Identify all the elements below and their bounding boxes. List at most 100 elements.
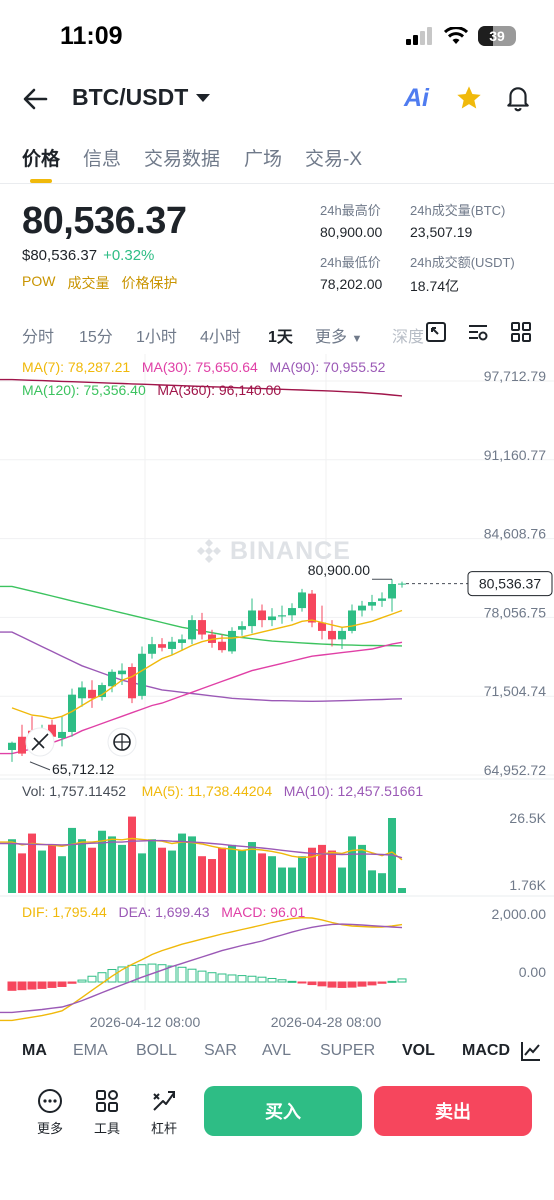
- ai-button[interactable]: Ai: [404, 84, 429, 113]
- layout-grid-icon[interactable]: [509, 320, 533, 344]
- tag-volume[interactable]: 成交量: [67, 273, 109, 293]
- price-axis-label: 78,056.75: [484, 604, 546, 620]
- interval-1h[interactable]: 1小时: [136, 323, 177, 347]
- candle-body: [58, 731, 66, 738]
- indicator-ma[interactable]: MA: [22, 1042, 47, 1060]
- macd-histogram-bar: [27, 981, 37, 990]
- interval-4h[interactable]: 4小时: [200, 323, 241, 347]
- vol-ma5-legend: MA(5): 11,738.44204: [141, 783, 273, 799]
- ma120-legend: MA(120): 75,356.40: [22, 382, 146, 398]
- bell-icon[interactable]: [505, 84, 531, 112]
- volume-bar: [238, 850, 246, 893]
- bottom-bar: 更多 工具 杠杆 买入 卖出: [0, 1080, 554, 1150]
- pair-title: BTC/USDT: [72, 84, 189, 110]
- macd-histogram-bar: [67, 981, 77, 984]
- indicator-settings-icon[interactable]: [520, 1040, 542, 1062]
- chart-settings-icon[interactable]: [466, 320, 490, 344]
- macd-histogram-bar: [57, 981, 67, 987]
- volume-ma10-line: [0, 839, 403, 859]
- macd-histogram-bar: [257, 976, 267, 983]
- leverage-label: 杠杆: [150, 1121, 177, 1136]
- macd-histogram-bar: [227, 974, 237, 983]
- interval-depth[interactable]: 深度: [392, 323, 424, 347]
- volume-bar: [198, 856, 206, 893]
- tools-button[interactable]: 工具: [85, 1088, 129, 1137]
- sell-button[interactable]: 卖出: [374, 1086, 532, 1136]
- candle-body: [18, 736, 26, 754]
- price-axis-label: 71,504.74: [484, 683, 546, 699]
- tab-info[interactable]: 信息: [83, 144, 121, 171]
- ma90-legend: MA(90): 70,955.52: [269, 359, 386, 375]
- fullscreen-icon[interactable]: [424, 320, 448, 344]
- caret-down-icon: ▼: [351, 333, 363, 345]
- tab-trade-x[interactable]: 交易-X: [305, 144, 362, 171]
- interval-1d[interactable]: 1天: [268, 323, 293, 347]
- favorite-star-icon[interactable]: [455, 84, 483, 112]
- kline-chart[interactable]: 97,712.79 91,160.77 84,608.76 78,056.75 71,5…: [0, 354, 554, 1034]
- tab-trading-data[interactable]: 交易数据: [144, 144, 220, 171]
- macd-histogram-bar: [167, 965, 177, 983]
- macd-histogram-bar: [77, 979, 87, 983]
- macd-value-legend: MACD: 96.01: [221, 904, 306, 920]
- macd-histogram-bar: [217, 973, 227, 983]
- candle-body: [248, 610, 256, 627]
- volume-bar: [28, 833, 36, 893]
- ma7-legend: MA(7): 78,287.21: [22, 359, 131, 375]
- back-arrow-icon[interactable]: [20, 84, 52, 114]
- macd-legend: DIF: 1,795.44 DEA: 1,699.43 MACD: 96.01: [22, 904, 305, 920]
- status-bar: 11:09 39: [0, 0, 554, 74]
- candle-body: [368, 602, 376, 606]
- indicator-vol[interactable]: VOL: [402, 1042, 435, 1060]
- stat-value: 18.74亿: [410, 278, 460, 294]
- tag-pow[interactable]: POW: [22, 273, 55, 293]
- volume-bar: [48, 844, 56, 893]
- pair-selector[interactable]: BTC/USDT: [72, 84, 211, 111]
- indicator-boll[interactable]: BOLL: [136, 1042, 177, 1060]
- volume-bar: [58, 856, 66, 893]
- indicator-avl[interactable]: AVL: [262, 1042, 291, 1060]
- price-axis-label: 97,712.79: [484, 368, 546, 384]
- macd-histogram-bar: [397, 978, 407, 983]
- volume-bar: [328, 850, 336, 893]
- more-icon: [38, 1089, 62, 1113]
- macd-histogram-bar: [7, 981, 17, 991]
- macd-histogram-bar: [247, 975, 257, 983]
- interval-15m[interactable]: 15分: [79, 323, 113, 347]
- price-usd-line: $80,536.37 +0.32%: [22, 247, 154, 264]
- main-tabs: 价格 信息 交易数据 广场 交易-X: [0, 138, 554, 184]
- macd-histogram-bar: [197, 970, 207, 983]
- tab-price[interactable]: 价格: [22, 144, 60, 171]
- macd-histogram-bar: [287, 980, 297, 983]
- tag-price-protection[interactable]: 价格保护: [121, 273, 177, 293]
- interval-more[interactable]: 更多 ▼: [315, 323, 362, 347]
- stat-value: 23,507.19: [410, 224, 473, 240]
- low-marker-line: [29, 761, 51, 771]
- volume-bar: [218, 847, 226, 893]
- interval-timeshare[interactable]: 分时: [22, 323, 54, 347]
- macd-histogram-bar: [187, 968, 197, 983]
- more-label: 更多: [36, 1121, 63, 1136]
- active-tab-indicator: [30, 179, 52, 183]
- leverage-button[interactable]: 杠杆: [142, 1088, 186, 1137]
- indicator-sar[interactable]: SAR: [204, 1042, 237, 1060]
- more-button[interactable]: 更多: [28, 1088, 72, 1137]
- buy-button[interactable]: 买入: [204, 1086, 362, 1136]
- macd-histogram-bar: [387, 980, 397, 983]
- indicator-super[interactable]: SUPER: [320, 1042, 375, 1060]
- volume-bar: [258, 853, 266, 893]
- volume-bar: [128, 816, 136, 893]
- candle-body: [308, 593, 316, 623]
- macd-axis-label: 0.00: [519, 964, 546, 980]
- macd-histogram-bar: [337, 981, 347, 988]
- volume-bar: [208, 859, 216, 893]
- tab-square[interactable]: 广场: [244, 144, 282, 171]
- macd-histogram-bar: [357, 981, 367, 987]
- ma30-legend: MA(30): 75,650.64: [141, 359, 258, 375]
- leverage-icon: [153, 1091, 175, 1111]
- candle-body: [78, 687, 86, 699]
- candle-body: [388, 584, 396, 599]
- candle-body: [118, 670, 126, 675]
- volume-bar: [188, 836, 196, 893]
- indicator-ema[interactable]: EMA: [73, 1042, 108, 1060]
- indicator-macd[interactable]: MACD: [462, 1042, 510, 1060]
